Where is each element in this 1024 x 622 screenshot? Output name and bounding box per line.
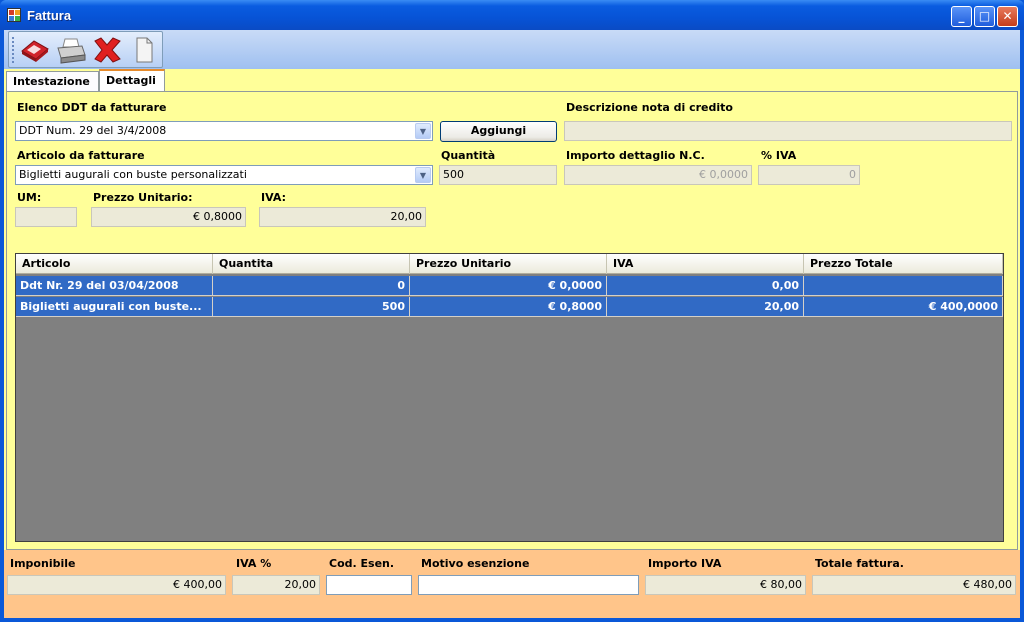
tab-label: Intestazione [13,75,90,88]
vat-pct-field[interactable]: 0 [758,165,860,185]
cod-esen-label: Cod. Esen. [329,557,395,570]
close-button[interactable]: ✕ [997,6,1018,27]
save-button[interactable] [19,35,51,65]
motivo-label: Motivo esenzione [421,557,530,570]
close-icon: ✕ [1002,9,1013,23]
minimize-button[interactable]: _ [951,6,972,27]
maximize-button[interactable]: □ [974,6,995,27]
client-area: Intestazione Dettagli Elenco DDT da fatt… [4,30,1020,618]
delete-button[interactable] [91,35,123,65]
chevron-down-icon[interactable]: ▼ [415,123,431,139]
table-cell[interactable]: Ddt Nr. 29 del 03/04/2008 [16,276,213,296]
toolbar-grip[interactable] [12,37,15,63]
table-row[interactable]: Biglietti augurali con buste... 500 € 0,… [16,297,1003,317]
table-cell[interactable]: 500 [213,297,410,317]
maximize-icon: □ [978,9,991,23]
article-combo[interactable]: Biglietti augurali con buste personalizz… [15,165,433,185]
table-cell[interactable]: 0,00 [607,276,804,296]
column-header-articolo[interactable]: Articolo [16,254,213,274]
iva-pct-field[interactable]: 20,00 [232,575,320,595]
imponibile-field[interactable]: € 400,00 [7,575,226,595]
unit-price-field[interactable]: € 0,8000 [91,207,246,227]
article-label: Articolo da fatturare [17,149,145,162]
unit-price-label: Prezzo Unitario: [93,191,193,204]
article-combo-value: Biglietti augurali con buste personalizz… [19,168,247,181]
ddt-combo[interactable]: DDT Num. 29 del 3/4/2008 ▼ [15,121,433,141]
ddt-label: Elenco DDT da fatturare [17,101,167,114]
chevron-down-icon[interactable]: ▼ [415,167,431,183]
column-header-iva[interactable]: IVA [607,254,804,274]
print-icon [57,38,86,64]
application-window: Fattura _ □ ✕ Intestazione Dettagli Elen… [0,0,1024,622]
tab-strip: Intestazione Dettagli [4,69,1020,91]
column-header-prezzo-totale[interactable]: Prezzo Totale [804,254,1003,274]
totale-field[interactable]: € 480,00 [812,575,1016,595]
tab-dettagli[interactable]: Dettagli [99,69,165,91]
window-title: Fattura [27,8,72,23]
table-cell[interactable]: Biglietti augurali con buste... [16,297,213,317]
quantity-field[interactable]: 500 [439,165,557,185]
ddt-combo-value: DDT Num. 29 del 3/4/2008 [19,124,167,137]
tab-label: Dettagli [106,74,156,87]
add-button[interactable]: Aggiungi [440,121,557,142]
toolbar-strip [4,30,1020,69]
print-button[interactable] [55,35,87,65]
um-label: UM: [17,191,42,204]
quantity-label: Quantità [441,149,496,162]
new-document-button[interactable] [127,35,159,65]
column-header-quantita[interactable]: Quantita [213,254,410,274]
table-cell[interactable]: € 400,0000 [804,297,1003,317]
column-header-prezzo-unitario[interactable]: Prezzo Unitario [410,254,607,274]
details-grid[interactable]: Articolo Quantita Prezzo Unitario IVA Pr… [15,253,1004,542]
app-icon [7,8,21,22]
vat-pct-label: % IVA [761,149,797,162]
delete-icon [94,37,121,63]
table-cell[interactable] [804,276,1003,296]
save-icon [21,40,49,62]
motivo-field[interactable] [418,575,639,595]
totals-footer: Imponibile € 400,00 IVA % 20,00 Cod. Ese… [4,550,1020,618]
new-document-icon [136,37,153,63]
iva-pct-label: IVA % [236,557,272,570]
totale-label: Totale fattura. [815,557,904,570]
details-panel: Elenco DDT da fatturare DDT Num. 29 del … [6,91,1018,550]
table-row[interactable]: Ddt Nr. 29 del 03/04/2008 0 € 0,0000 0,0… [16,276,1003,296]
table-cell[interactable]: 20,00 [607,297,804,317]
nc-amount-label: Importo dettaglio N.C. [566,149,705,162]
toolbar [8,31,163,68]
tab-intestazione[interactable]: Intestazione [6,71,99,91]
um-field[interactable] [15,207,77,227]
importo-iva-field[interactable]: € 80,00 [645,575,806,595]
importo-iva-label: Importo IVA [648,557,722,570]
table-cell[interactable]: 0 [213,276,410,296]
title-bar[interactable]: Fattura _ □ ✕ [0,0,1024,30]
credit-note-label: Descrizione nota di credito [566,101,733,114]
imponibile-label: Imponibile [10,557,76,570]
nc-amount-field[interactable]: € 0,0000 [564,165,752,185]
credit-note-field[interactable] [564,121,1012,141]
minimize-icon: _ [958,9,965,23]
vat-field[interactable]: 20,00 [259,207,426,227]
table-cell[interactable]: € 0,0000 [410,276,607,296]
vat-label: IVA: [261,191,286,204]
table-cell[interactable]: € 0,8000 [410,297,607,317]
grid-header: Articolo Quantita Prezzo Unitario IVA Pr… [16,254,1003,274]
cod-esen-field[interactable] [326,575,412,595]
